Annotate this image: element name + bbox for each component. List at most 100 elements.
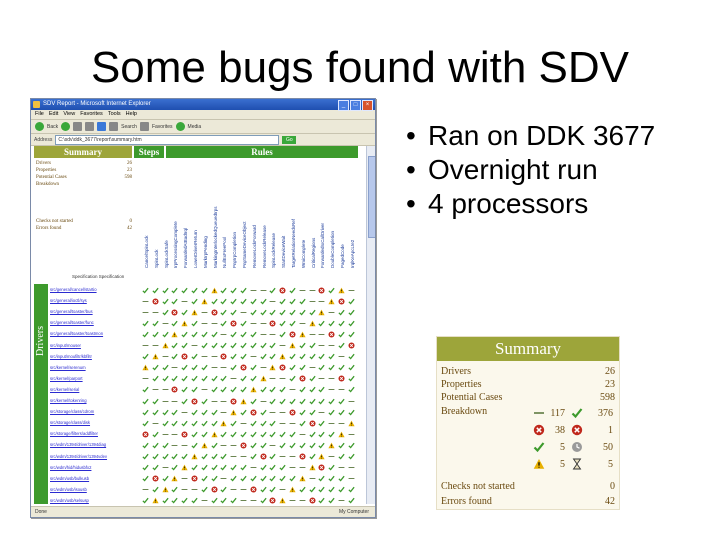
check-icon	[279, 320, 286, 327]
check-icon	[250, 331, 257, 338]
mini-summary-row: Breakdown	[36, 181, 132, 188]
menu-item[interactable]: View	[63, 111, 75, 117]
rule-column-header[interactable]: IrpProcessingComplete	[173, 160, 181, 268]
rule-column-header[interactable]: PagedCode	[340, 160, 348, 268]
check-icon	[250, 442, 257, 449]
address-bar: Address C:\sdv\ddk_3677\report\summary.h…	[31, 134, 375, 146]
search-icon[interactable]	[109, 122, 119, 131]
rule-column-header[interactable]: CancelSpinLock	[144, 160, 152, 268]
rule-column-header[interactable]: SpinLock	[154, 160, 162, 268]
menu-item[interactable]: Tools	[108, 111, 121, 117]
address-input[interactable]: C:\sdv\ddk_3677\report\summary.htm	[55, 134, 280, 145]
check-icon	[191, 287, 198, 294]
forward-icon[interactable]	[61, 122, 71, 131]
stop-icon[interactable]	[73, 122, 83, 131]
maximize-icon[interactable]: □	[350, 100, 361, 111]
error-icon	[240, 442, 247, 449]
driver-link[interactable]: src/wdm/usb/selsusp	[50, 497, 138, 504]
rule-column-header[interactable]: PnpIrpCompletion	[232, 160, 240, 268]
check-icon	[171, 320, 179, 327]
rule-column-header[interactable]: ForwardedAtBadIrql	[183, 160, 191, 268]
error-icon	[220, 353, 227, 360]
warning-icon	[171, 475, 178, 482]
error-icon	[279, 286, 286, 294]
driver-link[interactable]: src/input/mouser	[50, 342, 138, 350]
menu-item[interactable]: File	[35, 111, 44, 117]
minimize-icon[interactable]: _	[338, 100, 349, 111]
rule-column-header[interactable]: LowerDriverReturn	[193, 160, 201, 268]
driver-link[interactable]: src/wdm/1394/driver/1394vdev	[50, 453, 138, 461]
check-icon	[181, 376, 188, 382]
driver-link[interactable]: src/general/toaster/toastmon	[50, 330, 138, 338]
favorites-icon[interactable]	[139, 122, 149, 131]
check-icon	[220, 298, 228, 305]
driver-link[interactable]: src/storage/class/disk	[50, 419, 138, 427]
rule-column-header[interactable]: SpinLockSafe	[164, 160, 172, 268]
favorites-label[interactable]: Favorites	[152, 124, 173, 130]
driver-link[interactable]: src/kernel/serenum	[50, 364, 138, 372]
check-icon	[279, 298, 286, 305]
driver-link[interactable]: src/kernel/serial	[50, 386, 138, 394]
close-icon[interactable]: ×	[362, 100, 373, 111]
rule-column-header[interactable]: DoubleCompletion	[330, 160, 338, 268]
rule-column-header[interactable]: NullExFreePool	[222, 160, 230, 268]
check-icon	[191, 320, 198, 327]
back-label[interactable]: Back	[47, 124, 58, 130]
menu-item[interactable]: Favorites	[80, 111, 103, 117]
search-label[interactable]: Search	[121, 124, 137, 130]
home-icon[interactable]	[97, 122, 107, 131]
check-icon	[250, 342, 257, 349]
rule-column-header[interactable]: PnpSameDeviceObject	[242, 160, 250, 268]
warning-icon	[328, 442, 335, 449]
rule-column-header[interactable]: StartDeviceWait	[281, 160, 289, 268]
vertical-scrollbar[interactable]	[366, 146, 375, 504]
dash-icon	[191, 489, 198, 491]
driver-link[interactable]: src/storage/filters/addfilter	[50, 430, 138, 438]
error-icon	[299, 375, 306, 382]
driver-link[interactable]: src/general/ioctl/sys	[50, 297, 138, 305]
driver-link[interactable]: src/wdm/hid/hidusbfx2	[50, 464, 138, 472]
rule-column-header[interactable]: MarkIrpPending	[203, 160, 211, 268]
rule-column-header[interactable]: TargetRelationNeedsRef	[291, 160, 299, 268]
mini-summary-value: 23	[127, 168, 132, 173]
browser-title: SDV Report - Microsoft Internet Explorer	[43, 101, 151, 107]
driver-link[interactable]: src/general/toaster/func	[50, 319, 138, 327]
check-icon	[348, 498, 355, 504]
dash-icon	[348, 467, 355, 469]
driver-link[interactable]: src/wdm/1394/driver/1394diag	[50, 441, 138, 449]
go-button[interactable]: Go	[282, 135, 297, 144]
media-icon[interactable]	[175, 122, 185, 131]
dash-icon	[181, 489, 188, 491]
rule-column-header[interactable]: WmiComplete	[301, 160, 309, 268]
dash-icon	[260, 322, 267, 324]
menu-item[interactable]: Edit	[49, 111, 58, 117]
driver-link[interactable]: src/general/cancel/startio	[50, 286, 138, 294]
check-icon	[171, 498, 179, 504]
rule-column-header[interactable]: SpinLockRelease	[271, 160, 279, 268]
driver-link[interactable]: src/general/toaster/bus	[50, 308, 138, 316]
rule-column-header[interactable]: RemoveLockRelease	[262, 160, 270, 268]
driver-link[interactable]: src/storage/class/cdrom	[50, 408, 138, 416]
dash-icon	[328, 422, 335, 424]
driver-link[interactable]: src/wdm/usb/isousb	[50, 486, 138, 494]
rule-column-header[interactable]: MarkingInterlockedQueuedIrps	[213, 160, 221, 268]
rule-column-header[interactable]: RemoveLockForward	[252, 160, 260, 268]
refresh-icon[interactable]	[85, 122, 95, 131]
menu-item[interactable]: Help	[126, 111, 137, 117]
dash-icon	[181, 444, 188, 446]
dash-icon	[289, 500, 296, 502]
steps-header: Steps	[134, 146, 164, 158]
rule-column-header[interactable]: CriticalRegions	[311, 160, 319, 268]
driver-link[interactable]: src/kernel/parport	[50, 375, 138, 383]
driver-link[interactable]: src/wdm/usb/bulkusb	[50, 475, 138, 483]
media-label[interactable]: Media	[188, 124, 202, 130]
check-icon	[571, 408, 583, 419]
back-icon[interactable]	[35, 122, 44, 131]
check-icon	[152, 487, 159, 493]
rule-column-header[interactable]: ForwardedIoCallDriver	[320, 160, 328, 268]
driver-link[interactable]: src/input/moufiltr/kbfiltr	[50, 353, 138, 361]
rule-column-header[interactable]: IrqlKeApcLte2	[350, 160, 358, 268]
check-icon	[162, 376, 169, 382]
driver-link[interactable]: src/kernel/tokenring	[50, 397, 138, 405]
scroll-thumb[interactable]	[368, 156, 375, 238]
